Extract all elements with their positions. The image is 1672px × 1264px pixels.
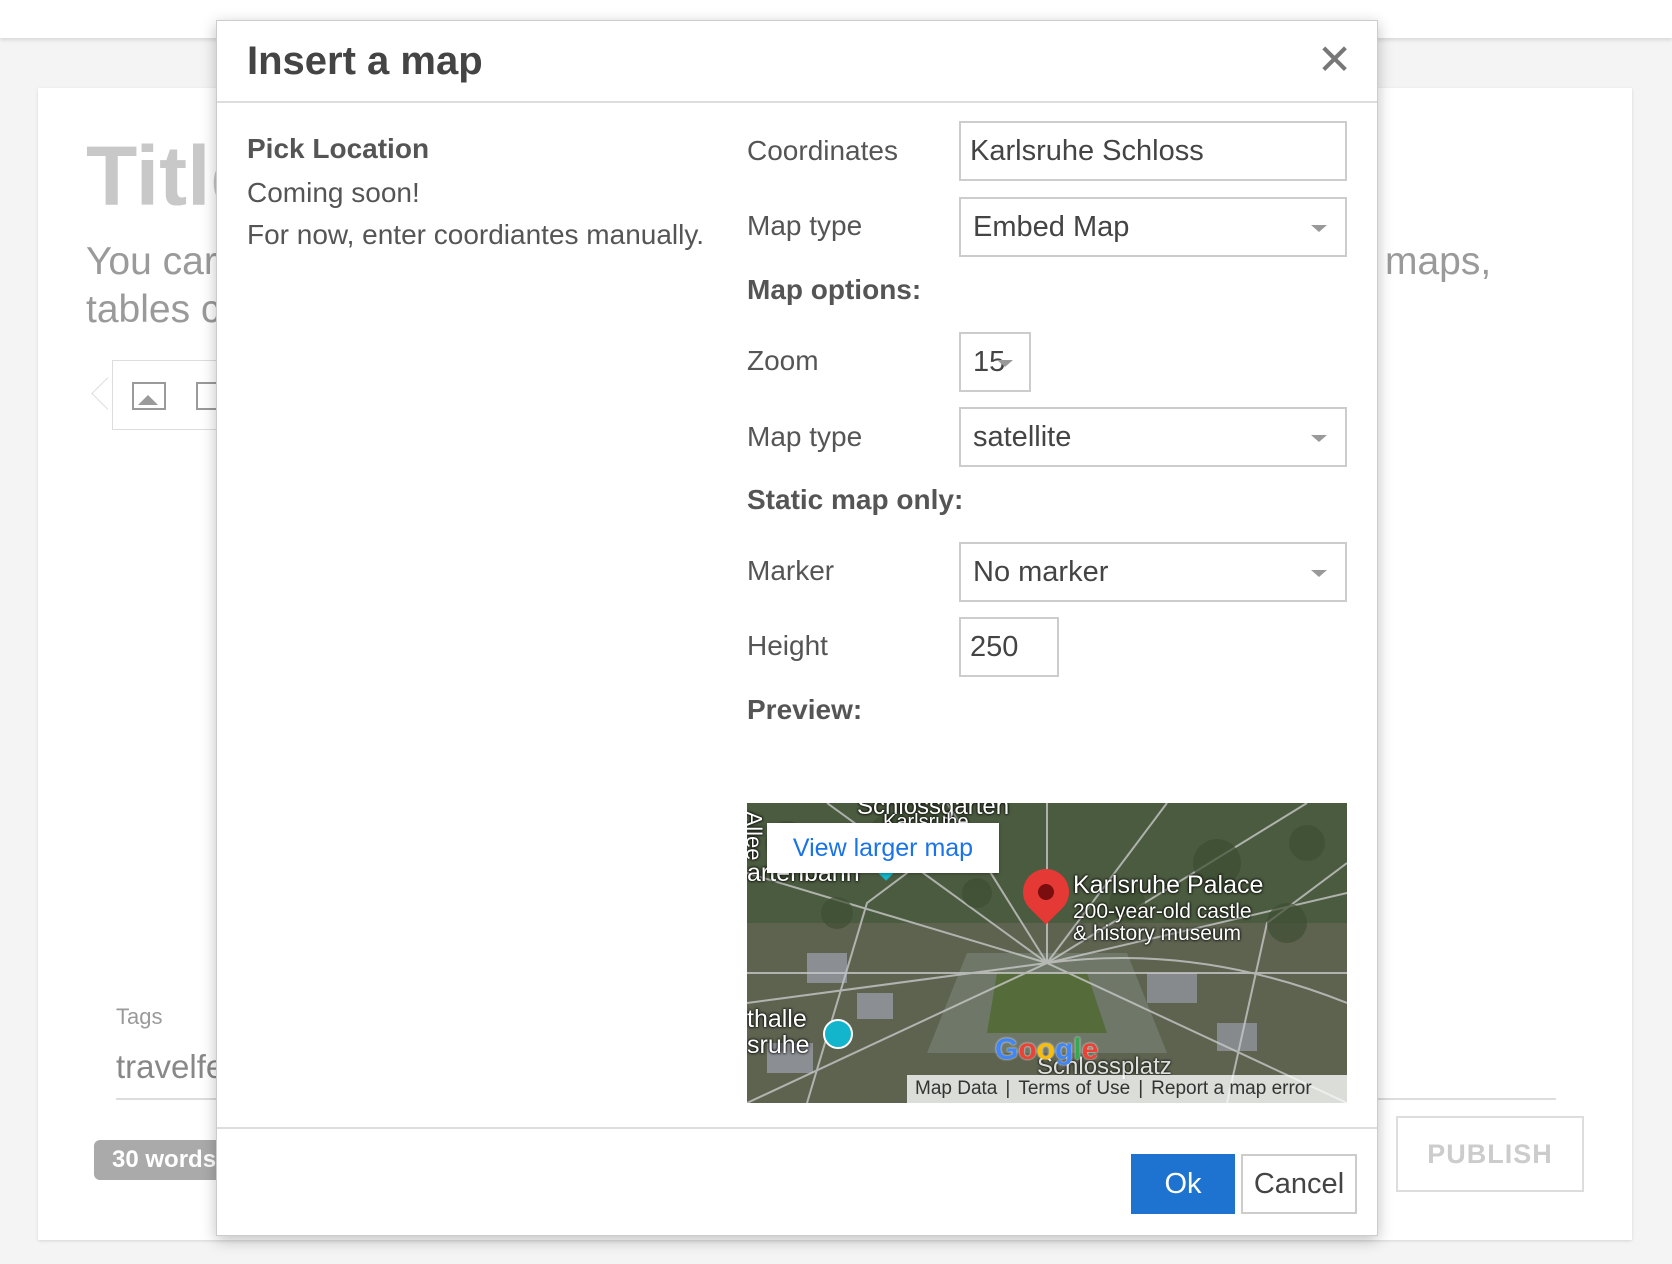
chevron-down-icon <box>1311 225 1327 232</box>
image-icon[interactable] <box>132 382 166 410</box>
tags-label: Tags <box>116 1004 163 1029</box>
marker-select[interactable]: No marker <box>959 542 1347 602</box>
map-type-2-label: Map type <box>747 421 863 452</box>
map-type-label: Map type <box>747 210 863 241</box>
post-intro-line-2: tables c <box>86 288 221 331</box>
map-options-heading: Map options: <box>747 274 922 305</box>
poi-description-line-1: 200-year-old castle <box>1073 900 1252 923</box>
chevron-down-icon <box>1311 570 1327 577</box>
dialog-footer-divider <box>217 1127 1377 1129</box>
poi-name: Karlsruhe Palace <box>1073 871 1264 899</box>
word-count-badge: 30 words <box>94 1140 234 1180</box>
static-map-heading: Static map only: <box>747 484 964 515</box>
pick-location-note: For now, enter coordiantes manually. <box>247 219 705 250</box>
cancel-button[interactable]: Cancel <box>1241 1154 1357 1214</box>
map-label-sruhe: sruhe <box>747 1031 810 1059</box>
tags-input[interactable]: travelfe <box>116 1048 224 1086</box>
map-type-select-value: Embed Map <box>973 211 1130 243</box>
post-intro-left: You car tables c <box>86 238 236 334</box>
marker-label: Marker <box>747 555 835 586</box>
map-style-select-value: satellite <box>973 421 1072 453</box>
report-map-error-link[interactable]: Report a map error <box>1143 1078 1320 1099</box>
google-logo: Google <box>995 1033 1099 1066</box>
pick-location-heading: Pick Location <box>247 133 430 164</box>
zoom-select[interactable]: 15 <box>959 332 1031 392</box>
dialog-header: Insert a map ✕ <box>217 21 1377 103</box>
post-intro-right: maps, <box>1385 240 1492 283</box>
zoom-label: Zoom <box>747 345 819 376</box>
insert-map-dialog: Insert a map ✕ Pick Location Coming soon… <box>216 20 1378 1236</box>
view-larger-map-link[interactable]: View larger map <box>767 823 999 873</box>
ok-button[interactable]: Ok <box>1131 1154 1235 1214</box>
dialog-title: Insert a map <box>247 39 483 83</box>
close-icon[interactable]: ✕ <box>1317 39 1352 81</box>
map-data-link[interactable]: Map Data <box>907 1078 1005 1099</box>
map-attribution-bar: Map Data | Terms of Use | Report a map error <box>907 1075 1347 1103</box>
coordinates-label: Coordinates <box>747 135 898 166</box>
museum-icon <box>823 1019 853 1049</box>
map-type-select[interactable]: Embed Map <box>959 197 1347 257</box>
pick-location-status: Coming soon! <box>247 177 420 208</box>
preview-heading: Preview: <box>747 694 863 725</box>
publish-button[interactable]: PUBLISH <box>1396 1116 1584 1192</box>
coordinates-input[interactable]: Karlsruhe Schloss <box>959 121 1347 181</box>
poi-description-line-2: & history museum <box>1073 922 1242 945</box>
chevron-down-icon <box>997 360 1013 367</box>
map-style-select[interactable]: satellite <box>959 407 1347 467</box>
map-label-thalle: thalle <box>747 1005 807 1033</box>
terms-of-use-link[interactable]: Terms of Use <box>1010 1078 1138 1099</box>
post-intro-line-1: You car <box>86 240 217 283</box>
height-input[interactable]: 250 <box>959 617 1059 677</box>
chevron-down-icon <box>1311 435 1327 442</box>
map-preview[interactable]: Schlossgarten Karlsruhe Allee artenbahn … <box>747 803 1347 1103</box>
height-label: Height <box>747 630 828 661</box>
map-label-allee: Allee <box>747 811 767 861</box>
marker-select-value: No marker <box>973 556 1109 588</box>
poi-description: 200-year-old castle & history museum <box>1073 901 1252 945</box>
